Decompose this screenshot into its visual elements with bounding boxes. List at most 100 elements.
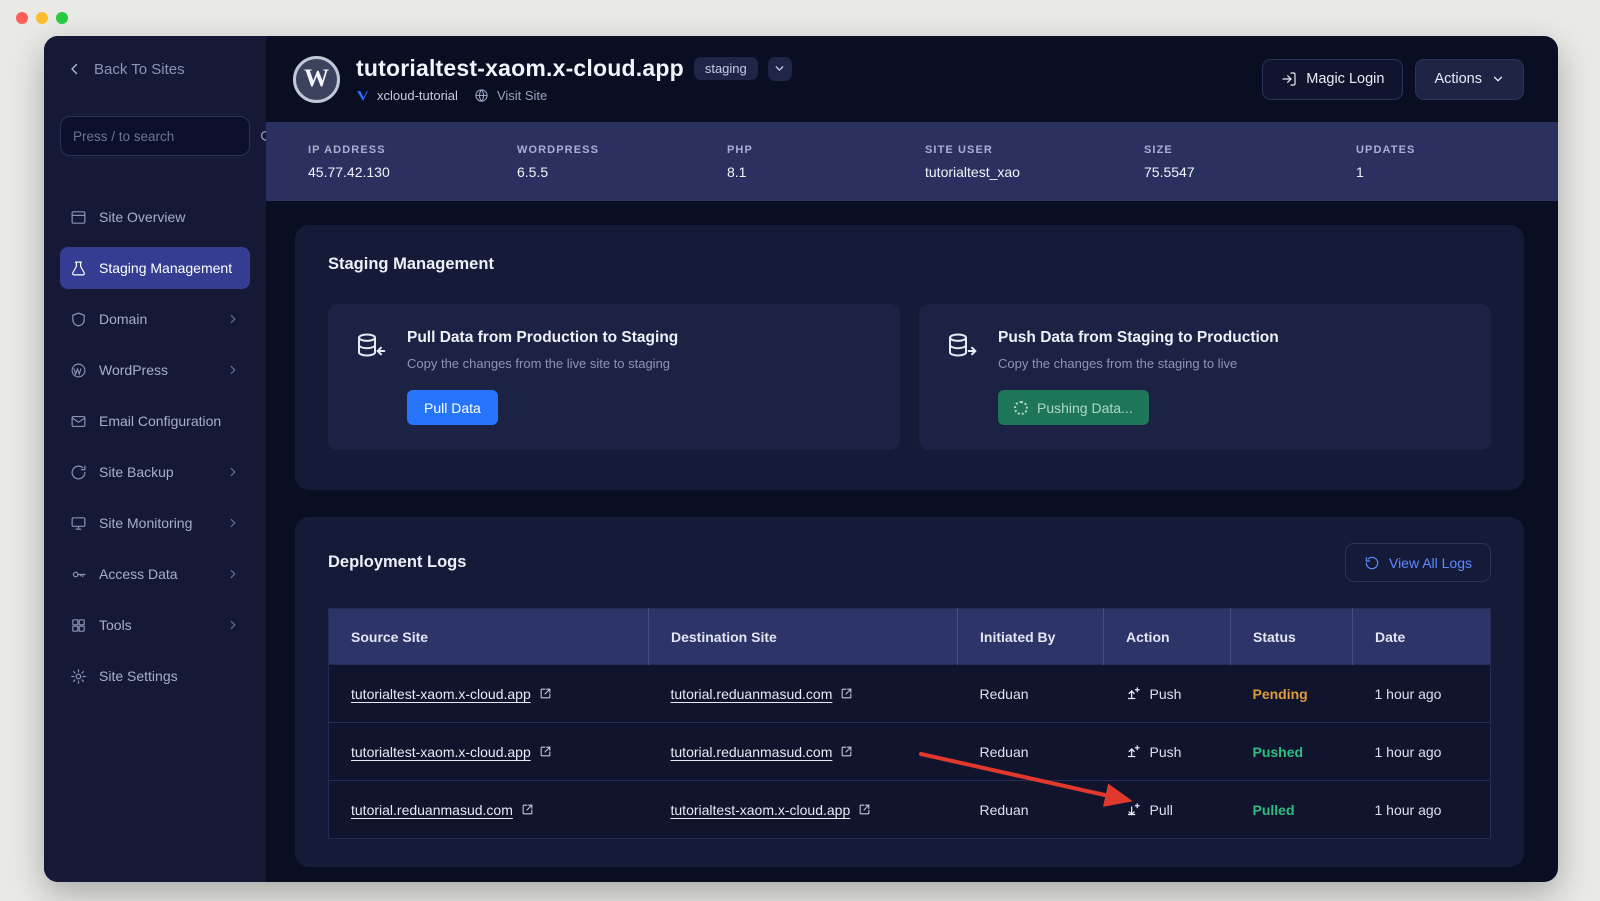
column-action: Action — [1104, 609, 1231, 665]
staging-management-icon — [70, 260, 87, 277]
deployment-logs-card: Deployment Logs View All Logs — [295, 517, 1524, 867]
external-link-icon — [840, 687, 853, 700]
table-row: tutorial.reduanmasud.com tutorialtest-xa… — [329, 781, 1491, 839]
push-panel-title: Push Data from Staging to Production — [998, 329, 1279, 347]
pushing-data-label: Pushing Data... — [1037, 400, 1133, 416]
table-row: tutorialtest-xaom.x-cloud.app tutorial.r… — [329, 723, 1491, 781]
search-input[interactable] — [73, 129, 250, 144]
action-cell: Pull — [1126, 802, 1231, 818]
sidebar-item-label: Site Overview — [99, 208, 185, 227]
tools-icon — [70, 617, 87, 634]
search-input-wrapper[interactable] — [60, 116, 250, 156]
push-action-icon — [1126, 686, 1141, 701]
source-site-link[interactable]: tutorialtest-xaom.x-cloud.app — [351, 686, 552, 702]
window-zoom-button[interactable] — [56, 12, 68, 24]
wordpress-icon — [70, 362, 87, 379]
sidebar-item-label: Site Settings — [99, 667, 178, 686]
column-destination-site: Destination Site — [649, 609, 958, 665]
main-content: W tutorialtest-xaom.x-cloud.app staging … — [266, 36, 1558, 882]
initiated-by-cell: Reduan — [958, 781, 1104, 839]
action-cell: Push — [1126, 744, 1231, 760]
initiated-by-cell: Reduan — [958, 723, 1104, 781]
source-site-link[interactable]: tutorialtest-xaom.x-cloud.app — [351, 744, 552, 760]
sidebar-item-staging-management[interactable]: Staging Management — [60, 247, 250, 289]
column-initiated-by: Initiated By — [958, 609, 1104, 665]
database-pull-icon — [355, 331, 387, 425]
status-badge: Pushed — [1253, 744, 1304, 760]
external-link-icon — [521, 803, 534, 816]
sidebar-nav: Site Overview Staging Management Domain … — [60, 196, 250, 697]
actions-dropdown-button[interactable]: Actions — [1415, 59, 1524, 100]
actions-label: Actions — [1434, 71, 1482, 87]
external-link-icon — [858, 803, 871, 816]
window-minimize-button[interactable] — [36, 12, 48, 24]
monitoring-icon — [70, 515, 87, 532]
sidebar-item-label: Email Configuration — [99, 412, 221, 431]
sidebar-item-domain[interactable]: Domain — [60, 298, 250, 340]
provider-vultr-icon — [356, 89, 369, 102]
sidebar: Back To Sites Site Overview Staging Mana… — [44, 36, 266, 882]
magic-login-icon — [1281, 71, 1297, 87]
sidebar-item-wordpress[interactable]: WordPress — [60, 349, 250, 391]
wordpress-logo: W — [293, 56, 340, 103]
table-header-row: Source Site Destination Site Initiated B… — [329, 609, 1491, 665]
pull-data-button[interactable]: Pull Data — [407, 390, 498, 425]
chevron-right-icon — [226, 363, 240, 377]
action-label: Push — [1150, 744, 1182, 760]
action-label: Push — [1150, 686, 1182, 702]
email-icon — [70, 413, 87, 430]
globe-icon — [474, 88, 489, 103]
date-cell: 1 hour ago — [1353, 665, 1491, 723]
back-to-sites-button[interactable]: Back To Sites — [60, 56, 250, 82]
pull-data-panel: Pull Data from Production to Staging Cop… — [328, 304, 900, 450]
database-push-icon — [946, 331, 978, 425]
access-data-icon — [70, 566, 87, 583]
site-overview-icon — [70, 209, 87, 226]
sidebar-item-label: Site Backup — [99, 463, 174, 482]
pushing-data-button[interactable]: Pushing Data... — [998, 390, 1149, 425]
date-cell: 1 hour ago — [1353, 723, 1491, 781]
window-controls — [16, 12, 68, 24]
initiated-by-cell: Reduan — [958, 665, 1104, 723]
deployment-logs-title: Deployment Logs — [328, 553, 466, 572]
sidebar-item-access-data[interactable]: Access Data — [60, 553, 250, 595]
back-chevron-icon — [66, 60, 84, 78]
destination-site-link[interactable]: tutorial.reduanmasud.com — [671, 686, 854, 702]
app-window: Back To Sites Site Overview Staging Mana… — [44, 36, 1558, 882]
column-source-site: Source Site — [329, 609, 649, 665]
visit-site-link[interactable]: Visit Site — [497, 88, 547, 103]
content-area: Staging Management Pull Data from Produc… — [266, 201, 1558, 867]
sidebar-item-tools[interactable]: Tools — [60, 604, 250, 646]
view-all-logs-button[interactable]: View All Logs — [1345, 543, 1491, 582]
environment-dropdown-chevron-icon[interactable] — [768, 57, 792, 81]
status-badge: Pulled — [1253, 802, 1295, 818]
sidebar-item-site-overview[interactable]: Site Overview — [60, 196, 250, 238]
push-panel-subtitle: Copy the changes from the staging to liv… — [998, 356, 1237, 371]
info-size: SIZE 75.5547 — [1144, 144, 1356, 180]
source-site-link[interactable]: tutorial.reduanmasud.com — [351, 802, 534, 818]
sidebar-item-label: Staging Management — [99, 259, 232, 278]
sidebar-item-site-settings[interactable]: Site Settings — [60, 655, 250, 697]
pull-panel-subtitle: Copy the changes from the live site to s… — [407, 356, 670, 371]
date-cell: 1 hour ago — [1353, 781, 1491, 839]
pull-panel-title: Pull Data from Production to Staging — [407, 329, 678, 347]
status-badge: Pending — [1253, 686, 1308, 702]
chevron-down-icon — [1491, 72, 1505, 86]
action-label: Pull — [1150, 802, 1173, 818]
sidebar-item-email-configuration[interactable]: Email Configuration — [60, 400, 250, 442]
action-cell: Push — [1126, 686, 1231, 702]
magic-login-button[interactable]: Magic Login — [1262, 59, 1403, 100]
sidebar-item-site-backup[interactable]: Site Backup — [60, 451, 250, 493]
history-icon — [1364, 555, 1380, 571]
destination-site-link[interactable]: tutorialtest-xaom.x-cloud.app — [671, 802, 872, 818]
chevron-right-icon — [226, 312, 240, 326]
sidebar-item-label: Domain — [99, 310, 147, 329]
sidebar-item-site-monitoring[interactable]: Site Monitoring — [60, 502, 250, 544]
chevron-right-icon — [226, 567, 240, 581]
window-close-button[interactable] — [16, 12, 28, 24]
info-wordpress-version: WORDPRESS 6.5.5 — [517, 144, 727, 180]
staging-card-title: Staging Management — [328, 255, 1491, 274]
destination-site-link[interactable]: tutorial.reduanmasud.com — [671, 744, 854, 760]
push-data-panel: Push Data from Staging to Production Cop… — [919, 304, 1491, 450]
info-site-user: SITE USER tutorialtest_xao — [925, 144, 1144, 180]
